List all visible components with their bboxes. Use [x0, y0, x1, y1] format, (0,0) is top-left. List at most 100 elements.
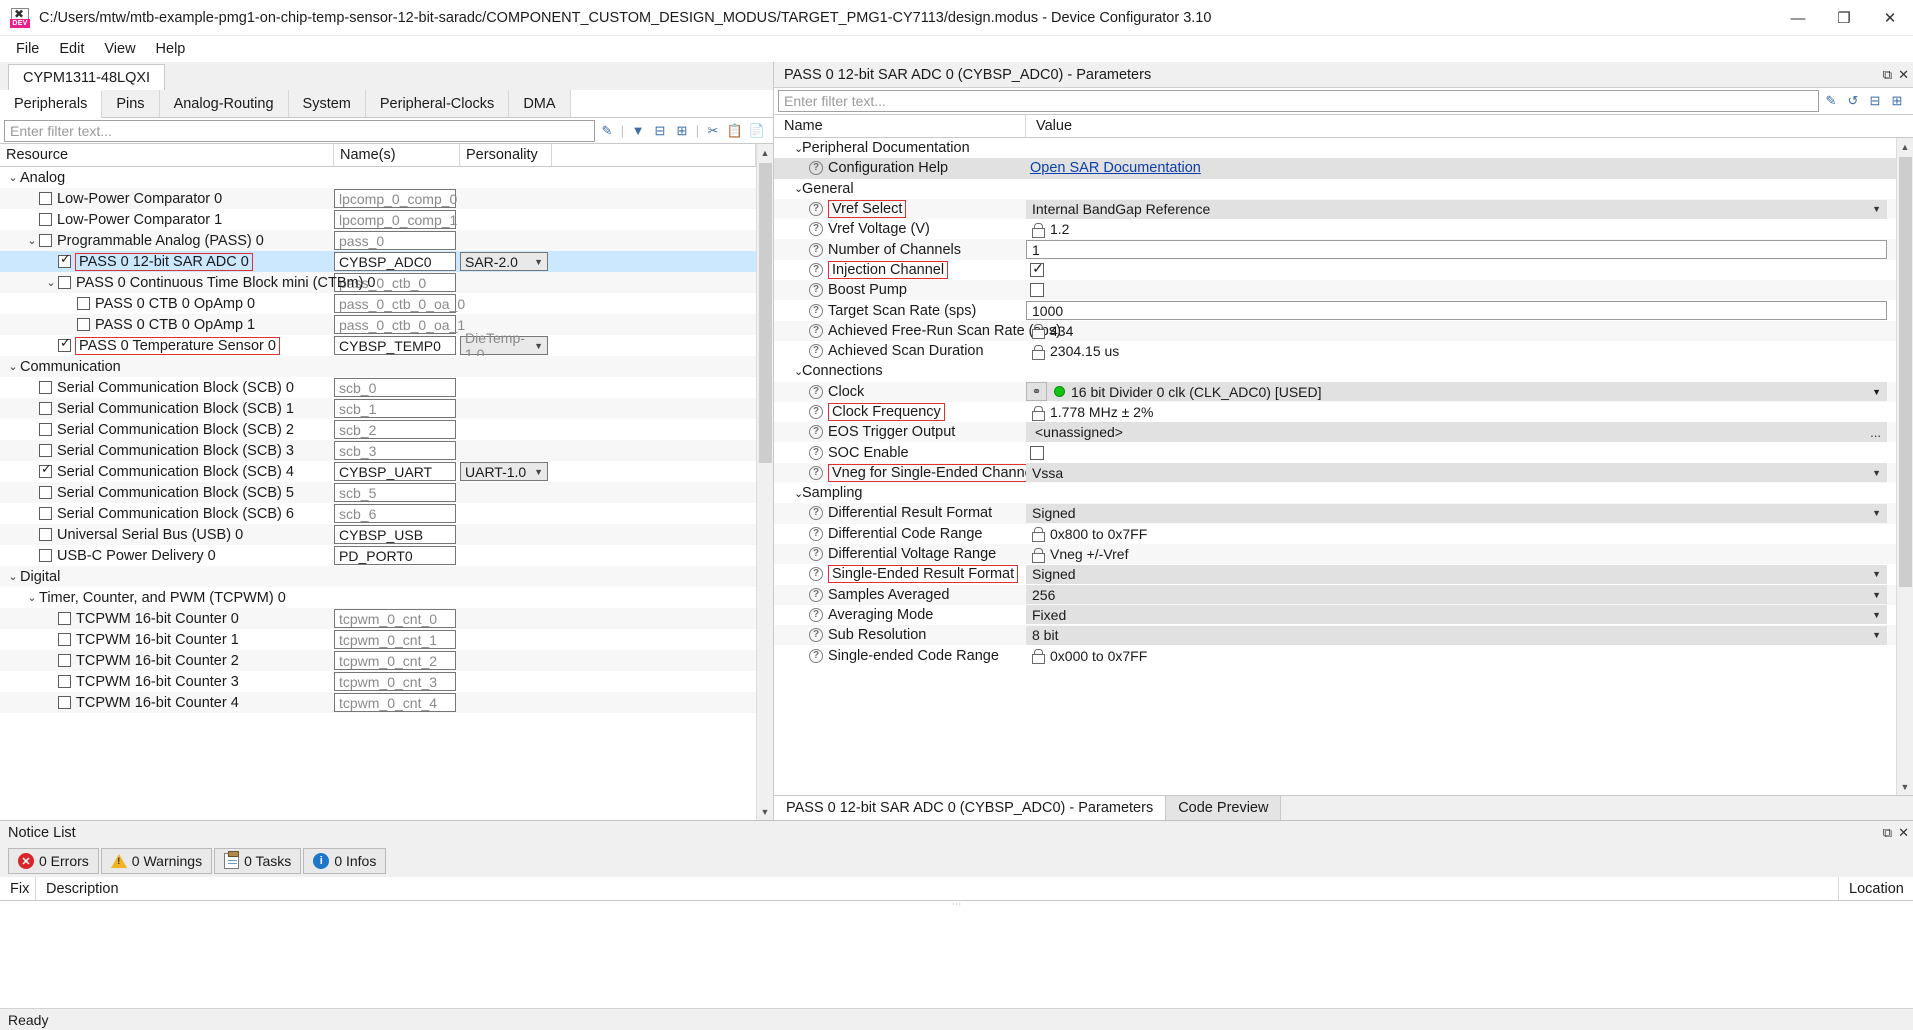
chevron-down-icon[interactable]: ⌄: [6, 171, 20, 184]
scroll-thumb[interactable]: [759, 163, 772, 463]
resource-checkbox[interactable]: [39, 549, 52, 562]
help-icon[interactable]: ?: [809, 628, 823, 643]
resource-checkbox[interactable]: [39, 528, 52, 541]
parameter-row[interactable]: ? Configuration Help Open SAR Documentatio…: [774, 158, 1896, 179]
tree-row[interactable]: ⌄ Communication: [0, 356, 756, 377]
help-icon[interactable]: ?: [809, 587, 823, 602]
help-icon[interactable]: ?: [809, 283, 823, 298]
menu-help[interactable]: Help: [146, 39, 196, 59]
help-icon[interactable]: ?: [809, 242, 823, 257]
resource-name-field[interactable]: scb_3: [334, 441, 456, 460]
tree-row[interactable]: PASS 0 Temperature Sensor 0 CYBSP_TEMP0Di…: [0, 330, 756, 362]
parameter-row[interactable]: ? Sub Resolution 8 bit ▼: [774, 625, 1896, 646]
parameter-row[interactable]: ? Single-ended Code Range 0x000 to 0x7FF: [774, 645, 1896, 665]
parameter-row[interactable]: ? Clock Frequency 1.778 MHz ± 2%: [774, 402, 1896, 422]
tree-row[interactable]: PASS 0 12-bit SAR ADC 0CYBSP_ADC0SAR-2.0…: [0, 251, 756, 272]
resource-name-field[interactable]: tcpwm_0_cnt_1: [334, 630, 456, 649]
resource-checkbox[interactable]: [58, 276, 71, 289]
scroll-thumb[interactable]: [1899, 157, 1912, 587]
parameter-row[interactable]: ⌄ Peripheral Documentation: [774, 138, 1896, 159]
resource-checkbox[interactable]: [58, 675, 71, 688]
help-icon[interactable]: ?: [809, 384, 823, 399]
resource-name-field[interactable]: tcpwm_0_cnt_3: [334, 672, 456, 691]
parameter-row[interactable]: ? Differential Voltage Range Vneg +/-Vref: [774, 543, 1896, 565]
notice-filter-infos[interactable]: i0 Infos: [303, 848, 387, 874]
parameter-row[interactable]: ? Target Scan Rate (sps) 1000: [774, 300, 1896, 321]
resource-checkbox[interactable]: [58, 633, 71, 646]
help-icon[interactable]: ?: [809, 607, 823, 622]
restore-icon[interactable]: ⧉: [1883, 67, 1892, 83]
parameter-row[interactable]: ⌄ Sampling: [774, 483, 1896, 504]
resource-checkbox[interactable]: [39, 192, 52, 205]
resource-name-field[interactable]: scb_2: [334, 420, 456, 439]
tree-row[interactable]: TCPWM 16-bit Counter 4 tcpwm_0_cnt_4: [0, 692, 756, 713]
resource-name-field[interactable]: scb_6: [334, 504, 456, 523]
pencil-icon[interactable]: ✎: [597, 121, 617, 141]
personality-dropdown[interactable]: UART-1.0 ▼: [460, 462, 548, 481]
parameter-row[interactable]: ? Differential Result Format Signed ▼: [774, 503, 1896, 524]
parameter-text-input[interactable]: 1: [1026, 240, 1887, 260]
tree-vertical-scrollbar[interactable]: ▲ ▼: [756, 144, 773, 820]
tree-row[interactable]: ⌄ Digital: [0, 566, 756, 587]
documentation-link[interactable]: Open SAR Documentation: [1026, 160, 1201, 176]
tree-row[interactable]: Serial Communication Block (SCB) 1 scb_1: [0, 398, 756, 419]
resource-name-field[interactable]: CYBSP_TEMP0: [334, 336, 456, 355]
parameter-row[interactable]: ? Achieved Scan Duration 2304.15 us: [774, 341, 1896, 361]
help-icon[interactable]: ?: [809, 222, 823, 237]
chevron-down-icon[interactable]: ⌄: [784, 142, 803, 155]
parameter-row[interactable]: ? Vneg for Single-Ended Channels Vssa ▼: [774, 462, 1896, 484]
parameter-row[interactable]: ? Averaging Mode Fixed ▼: [774, 605, 1896, 625]
close-button[interactable]: ✕: [1867, 0, 1913, 36]
tree-row[interactable]: Serial Communication Block (SCB) 0 scb_0: [0, 377, 756, 398]
help-icon[interactable]: ?: [809, 303, 823, 318]
notice-filter-errors[interactable]: ✕ 0 Errors: [8, 848, 99, 874]
resource-checkbox[interactable]: [39, 381, 52, 394]
parameters-filter-input[interactable]: [778, 90, 1819, 112]
personality-dropdown[interactable]: DieTemp-1.0 ▼: [460, 330, 548, 362]
parameter-row[interactable]: ? Vref Select Internal BandGap Reference ▼: [774, 198, 1896, 220]
resource-checkbox[interactable]: [58, 696, 71, 709]
chevron-down-icon[interactable]: ⌄: [784, 365, 803, 378]
pencil-icon[interactable]: ✎: [1821, 91, 1841, 111]
resource-name-field[interactable]: tcpwm_0_cnt_4: [334, 693, 456, 712]
resource-checkbox[interactable]: [39, 402, 52, 415]
help-icon[interactable]: ?: [809, 262, 823, 277]
parameter-assign-field[interactable]: <unassigned>...: [1026, 422, 1887, 443]
tree-row[interactable]: PASS 0 CTB 0 OpAmp 1 pass_0_ctb_0_oa_1: [0, 314, 756, 335]
resource-checkbox[interactable]: [77, 297, 90, 310]
minimize-button[interactable]: —: [1775, 0, 1821, 36]
copy-icon[interactable]: 📋: [725, 121, 745, 141]
help-icon[interactable]: ?: [809, 526, 823, 541]
chevron-down-icon[interactable]: ⌄: [784, 182, 803, 195]
tree-row[interactable]: Low-Power Comparator 0 lpcomp_0_comp_0: [0, 188, 756, 209]
tree-row[interactable]: ⌄ Programmable Analog (PASS) 0 pass_0: [0, 230, 756, 251]
scroll-down-arrow[interactable]: ▼: [756, 803, 773, 820]
tree-row[interactable]: Serial Communication Block (SCB) 4 CYBSP_…: [0, 461, 756, 482]
parameter-row[interactable]: ⌄ General: [774, 178, 1896, 199]
menu-edit[interactable]: Edit: [49, 39, 94, 59]
parameter-row[interactable]: ? EOS Trigger Output <unassigned>...: [774, 422, 1896, 443]
tree-row[interactable]: Serial Communication Block (SCB) 3 scb_3: [0, 440, 756, 461]
chevron-down-icon[interactable]: ⌄: [6, 360, 20, 373]
resource-name-field[interactable]: CYBSP_ADC0: [334, 252, 456, 271]
parameter-row[interactable]: ? Single-Ended Result Format Signed ▼: [774, 564, 1896, 584]
resource-checkbox[interactable]: [39, 486, 52, 499]
resource-name-field[interactable]: scb_0: [334, 378, 456, 397]
resource-name-field[interactable]: scb_1: [334, 399, 456, 418]
tree-row[interactable]: Universal Serial Bus (USB) 0 CYBSP_USB: [0, 524, 756, 545]
tree-row[interactable]: Serial Communication Block (SCB) 5 scb_5: [0, 482, 756, 503]
scroll-up-arrow[interactable]: ▲: [756, 144, 773, 161]
parameter-row[interactable]: ? Differential Code Range 0x800 to 0x7FF: [774, 524, 1896, 544]
close-icon[interactable]: ✕: [1898, 67, 1909, 83]
resource-name-field[interactable]: tcpwm_0_cnt_0: [334, 609, 456, 628]
tree-row[interactable]: PASS 0 CTB 0 OpAmp 0 pass_0_ctb_0_oa_0: [0, 293, 756, 314]
parameter-row[interactable]: ? Clock ⚭ 16 bit Divider 0 clk (CLK_ADC0) […: [774, 381, 1896, 402]
parameter-dropdown[interactable]: Fixed ▼: [1026, 605, 1887, 625]
resource-checkbox[interactable]: [39, 462, 53, 478]
restore-icon[interactable]: ⧉: [1883, 825, 1892, 841]
peripherals-filter-input[interactable]: [4, 119, 595, 142]
tree-row[interactable]: ⌄ Analog: [0, 167, 756, 188]
parameter-dropdown[interactable]: 8 bit ▼: [1026, 625, 1887, 645]
tab-code-preview[interactable]: Code Preview: [1166, 796, 1282, 820]
chevron-down-icon[interactable]: ⌄: [6, 570, 20, 583]
